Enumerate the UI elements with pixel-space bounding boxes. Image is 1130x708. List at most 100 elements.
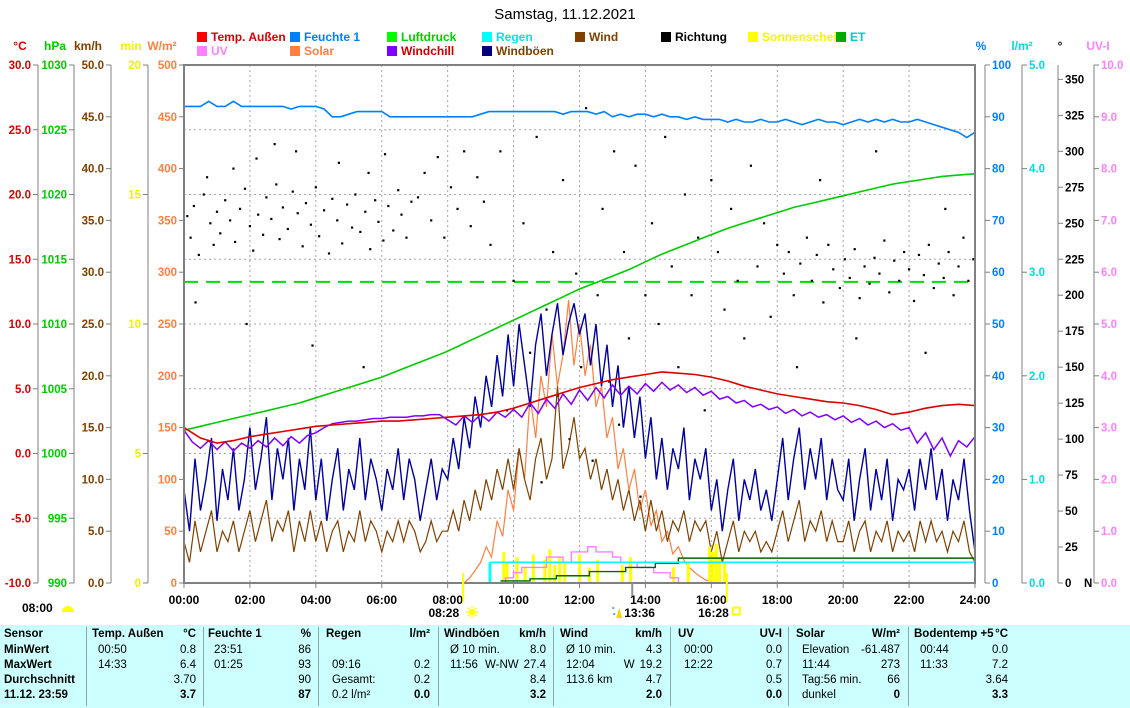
svg-text:10.0: 10.0 [1101, 60, 1123, 72]
axis-min: 05101520min [120, 39, 148, 590]
svg-text:3.0: 3.0 [1101, 423, 1117, 435]
svg-text:10.0: 10.0 [9, 319, 31, 331]
table-cell-label: 00:50 [98, 644, 127, 656]
table-cell-label: 11:56 [450, 659, 478, 671]
svg-text:350: 350 [158, 215, 177, 227]
table-cell-label: 12:04 [566, 659, 595, 671]
svg-text:0: 0 [992, 578, 998, 590]
table-cell-value: 3.64 [986, 674, 1008, 686]
x-axis: 00:0002:0004:0006:0008:0010:0012:0014:00… [169, 583, 991, 607]
table-group-unit: l/m² [410, 628, 430, 640]
table-cell-value: 4.7 [646, 674, 662, 686]
svg-text:100: 100 [992, 60, 1011, 72]
svg-text:90: 90 [992, 112, 1005, 124]
axis-UVI: 0.01.02.03.04.05.06.07.08.09.010.0UV-I [1086, 39, 1123, 590]
x-tick-label: 08:00 [432, 593, 463, 607]
moonrise-icon [616, 608, 622, 618]
table-cell-value: 87 [298, 689, 311, 701]
table-group-windb-en: Windböenkm/hØ 10 min.8.011:56W-NW27.48.4… [444, 625, 546, 708]
x-tick-label: 20:00 [828, 593, 859, 607]
table-row-label: MinWert [4, 644, 49, 656]
table-cell-label: 11:33 [920, 659, 948, 671]
svg-text:100: 100 [1065, 434, 1084, 446]
svg-text:10: 10 [992, 526, 1005, 538]
svg-text:50: 50 [992, 319, 1005, 331]
svg-text:0.0: 0.0 [1029, 578, 1045, 590]
table-cell-value: 6.4 [180, 659, 196, 671]
weather-app-window: Samstag, 11.12.2021 Temp. AußenFeuchte 1… [0, 0, 1130, 708]
table-row-label: 11.12. 23:59 [4, 689, 68, 701]
table-group-unit: km/h [519, 628, 546, 640]
table-cell-value: 27.4 [524, 659, 546, 671]
table-separator [86, 627, 87, 706]
svg-text:40.0: 40.0 [82, 164, 104, 176]
svg-text:5.0: 5.0 [1029, 60, 1045, 72]
svg-text:20.0: 20.0 [82, 371, 104, 383]
x-tick-label: 06:00 [366, 593, 397, 607]
table-cell-value: 0.0 [414, 689, 430, 701]
axis-unit-label: % [976, 39, 987, 53]
svg-text:80: 80 [992, 164, 1005, 176]
svg-text:1.0: 1.0 [1029, 474, 1045, 486]
table-cell-value: 8.0 [530, 644, 546, 656]
svg-text:150: 150 [158, 423, 177, 435]
table-cell-value: -61.487 [861, 644, 900, 656]
svg-text:225: 225 [1065, 254, 1085, 266]
axis-kmh: 0.05.010.015.020.025.030.035.040.045.050… [74, 39, 111, 590]
svg-text:200: 200 [1065, 290, 1084, 302]
x-tick-label: 04:00 [300, 593, 331, 607]
axis-hPa: 9909951000100510101015102010251030hPa [41, 39, 74, 590]
morning-time: 08:00 [22, 601, 53, 615]
table-cell-value: 93 [298, 659, 311, 671]
table-cell-label: 0.2 l/m² [332, 689, 370, 701]
table-cell-value: 2.0 [646, 689, 662, 701]
series-sonnenschein [504, 544, 725, 583]
table-separator [203, 627, 204, 706]
axis-unit-label: min [120, 39, 141, 53]
x-tick-label: 16:00 [696, 593, 727, 607]
svg-text:7.0: 7.0 [1101, 215, 1117, 227]
svg-text:500: 500 [158, 60, 177, 72]
table-separator [788, 627, 789, 706]
table-group-temp-au-en: Temp. Außen°C00:500.814:336.43.703.7 [92, 625, 196, 708]
table-cell-value: 0.2 [414, 659, 430, 671]
svg-text:150: 150 [1065, 362, 1084, 374]
svg-text:0: 0 [171, 578, 177, 590]
sunset-time: 16:28 [698, 606, 729, 620]
table-cell-label: 12:22 [684, 659, 713, 671]
table-cell-value: 19.2 [640, 659, 662, 671]
svg-text:1015: 1015 [41, 254, 67, 266]
svg-text:5: 5 [135, 449, 142, 461]
svg-text:990: 990 [48, 578, 67, 590]
table-separator [553, 627, 554, 706]
table-group-solar: SolarW/m²Elevation-61.48711:44273Tag:56 … [796, 625, 900, 708]
svg-text:1000: 1000 [41, 449, 67, 461]
table-group-unit: UV-I [760, 628, 782, 640]
svg-text:350: 350 [1065, 74, 1084, 86]
table-group-name: Bodentemp +5 [914, 628, 994, 640]
x-tick-label: 22:00 [894, 593, 925, 607]
table-cell-value: 0.2 [414, 674, 430, 686]
table-group-name: Windböen [444, 628, 499, 640]
axis-unit-label: °C [13, 39, 27, 53]
table-group-name: Temp. Außen [92, 628, 164, 640]
svg-text:2.0: 2.0 [1101, 474, 1117, 486]
table-separator [908, 627, 909, 706]
svg-text:20: 20 [128, 60, 141, 72]
svg-text:3.0: 3.0 [1029, 267, 1045, 279]
table-group-feuchte-1: Feuchte 1%23:518601:25939087 [208, 625, 311, 708]
axis-unit-label: km/h [74, 39, 102, 53]
svg-text:1.0: 1.0 [1101, 526, 1117, 538]
svg-text:-10.0: -10.0 [5, 578, 31, 590]
svg-text:50: 50 [164, 526, 177, 538]
table-cell-label: 113.6 km [566, 674, 612, 686]
svg-text:5.0: 5.0 [15, 384, 31, 396]
table-cell-value: 0.0 [766, 644, 782, 656]
table-cell-value: 7.2 [992, 659, 1008, 671]
svg-text:1010: 1010 [41, 319, 67, 331]
table-cell-mid: W [624, 659, 635, 671]
svg-text:0: 0 [135, 578, 141, 590]
table-cell-value: 8.4 [530, 674, 546, 686]
svg-text:50: 50 [1065, 506, 1078, 518]
table-cell-value: 0 [894, 689, 900, 701]
